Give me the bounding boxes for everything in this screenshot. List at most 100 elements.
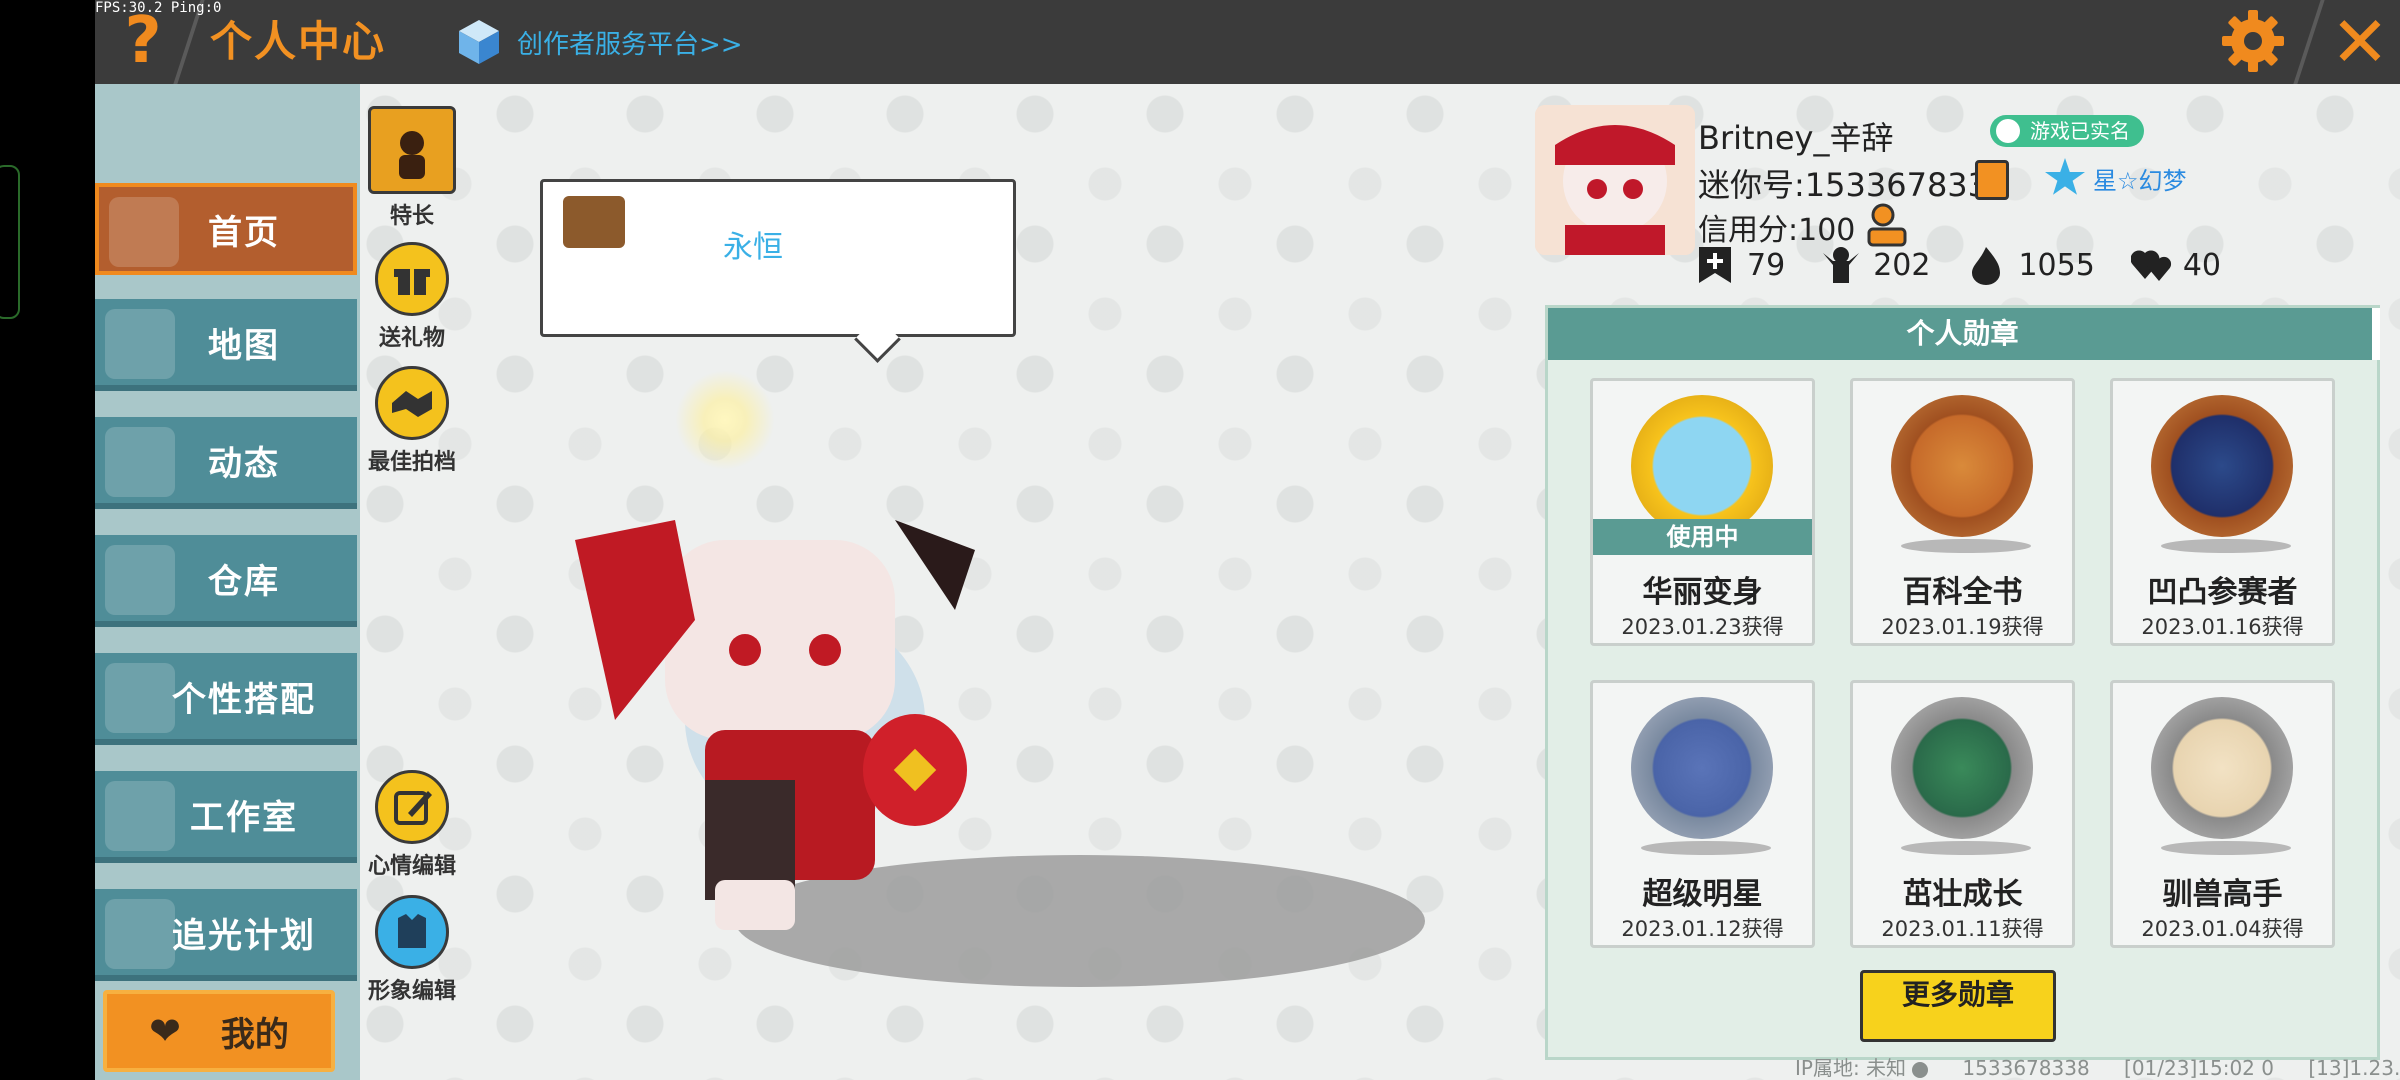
medal-image — [1631, 395, 1773, 537]
ip-location: IP属地: 未知 — [1795, 1056, 1929, 1080]
stat-fans: 202 — [1821, 245, 1930, 285]
nav-item-chase-light[interactable]: 追光计划 — [95, 889, 357, 981]
copy-icon[interactable] — [1975, 160, 2009, 200]
flame-icon — [368, 106, 456, 194]
avatar[interactable] — [1535, 105, 1695, 255]
nav-item-feed[interactable]: 动态 — [95, 417, 357, 509]
nav-item-warehouse[interactable]: 仓库 — [95, 535, 357, 627]
stat-heat-value: 1055 — [2018, 247, 2095, 283]
medal-name: 凹凸参赛者 — [2147, 575, 2298, 610]
info-icon[interactable] — [1912, 1061, 1929, 1078]
page-title: 个人中心 — [210, 17, 387, 66]
help-button[interactable]: ? — [113, 6, 173, 76]
nav-item-studio[interactable]: 工作室 — [95, 771, 357, 863]
nav-item-label: 首页 — [208, 212, 280, 253]
mini-id: 迷你号:1533678338 — [1698, 166, 2009, 204]
gift-button[interactable]: 送礼物 — [357, 242, 467, 352]
creator-platform-label: 创作者服务平台>> — [517, 29, 743, 60]
medal-image — [1631, 697, 1773, 839]
medal-image — [1891, 395, 2033, 537]
medal-date: 2023.01.12获得 — [1621, 917, 1784, 941]
sidebar: 首页 地图 动态 仓库 个性搭配 工作室 追光计划 ❤ 我的 — [95, 84, 360, 1080]
medal-image — [2151, 697, 2293, 839]
fans-icon — [1821, 245, 1861, 285]
medal-base — [2161, 841, 2291, 855]
stat-added-value: 79 — [1747, 247, 1786, 283]
medal-date: 2023.01.11获得 — [1881, 917, 2044, 941]
medal-date: 2023.01.04获得 — [2141, 917, 2304, 941]
medal-name: 华丽变身 — [1642, 575, 1763, 610]
stat-fans-value: 202 — [1873, 247, 1931, 283]
bell-icon — [105, 427, 175, 497]
bookmark-plus-icon — [1695, 245, 1735, 285]
medal-image — [1891, 697, 2033, 839]
best-partner-label: 最佳拍档 — [367, 450, 456, 475]
medal-date: 2023.01.19获得 — [1881, 615, 2044, 639]
more-medals-button[interactable]: 更多勋章 — [1860, 970, 2056, 1042]
rank-badge[interactable]: 星☆幻梦 — [2045, 158, 2187, 198]
star-icon — [2045, 158, 2085, 195]
mood-edit-label: 心情编辑 — [367, 854, 456, 879]
nav-item-label: 追光计划 — [172, 915, 316, 956]
stat-added: 79 — [1695, 245, 1785, 285]
medal-card[interactable]: 使用中 华丽变身 2023.01.23获得 — [1590, 378, 1815, 646]
rank-label: 星☆幻梦 — [2093, 166, 2187, 195]
medal-name: 超级明星 — [1642, 877, 1763, 912]
medal-base — [1641, 841, 1771, 855]
mine-button[interactable]: ❤ 我的 — [103, 990, 335, 1072]
handshake-icon — [375, 366, 449, 440]
settings-button[interactable] — [2220, 8, 2286, 74]
medal-base — [1901, 841, 2031, 855]
ip-location-text: IP属地: 未知 — [1795, 1056, 1907, 1080]
bubble-avatar — [563, 196, 625, 248]
footer-time: [01/23]15:02 0 — [2124, 1056, 2274, 1080]
best-partner-button[interactable]: 最佳拍档 — [357, 366, 467, 476]
specialty-button[interactable]: 特长 — [357, 106, 467, 230]
phone-edge-indicator — [0, 165, 20, 319]
medal-card[interactable]: 茁壮成长 2023.01.11获得 — [1850, 680, 2075, 948]
medal-image — [2151, 395, 2293, 537]
nav-item-home[interactable]: 首页 — [95, 183, 357, 275]
specialty-label: 特长 — [389, 204, 434, 229]
edit-icon — [375, 770, 449, 844]
realname-badge: 游戏已实名 — [1990, 115, 2144, 147]
sparkle — [675, 370, 775, 470]
nav-item-label: 仓库 — [208, 561, 280, 602]
nav-item-label: 地图 — [208, 325, 280, 366]
heart-icon: ❤ — [149, 1009, 181, 1053]
mood-edit-button[interactable]: 心情编辑 — [357, 770, 467, 880]
medal-panel: 个人勋章 使用中 华丽变身 2023.01.23获得 百科全书 2023.01.… — [1545, 305, 2380, 1060]
footer-version: [13]1.23.0 — [2308, 1056, 2400, 1080]
medal-card[interactable]: 凹凸参赛者 2023.01.16获得 — [2110, 378, 2335, 646]
medal-card[interactable]: 百科全书 2023.01.19获得 — [1850, 378, 2075, 646]
image-edit-button[interactable]: 形象编辑 — [357, 895, 467, 1005]
medal-name: 百科全书 — [1902, 575, 2023, 610]
medal-card[interactable]: 超级明星 2023.01.12获得 — [1590, 680, 1815, 948]
stat-likes-value: 40 — [2182, 247, 2221, 283]
credit-person-icon[interactable] — [1865, 203, 1907, 247]
top-bar: ? 个人中心 创作者服务平台>> ✕ — [95, 0, 2400, 84]
mood-bubble[interactable]: 永恒 — [540, 179, 1016, 337]
house-icon — [105, 545, 175, 615]
in-use-badge: 使用中 — [1593, 519, 1812, 555]
medal-card[interactable]: 驯兽高手 2023.01.04获得 — [2110, 680, 2335, 948]
player-character[interactable] — [555, 480, 1075, 950]
username: Britney_辛辞 — [1698, 119, 1894, 157]
divider — [2293, 0, 2325, 84]
hearts-icon — [2130, 245, 2171, 285]
fps-readout: FPS:30.2 Ping:0 — [95, 0, 222, 16]
nav-item-label: 个性搭配 — [172, 679, 316, 720]
medal-base — [1901, 539, 2031, 553]
footer-id: 1533678338 — [1962, 1056, 2090, 1080]
medal-panel-title: 个人勋章 — [1548, 308, 2380, 360]
close-button[interactable]: ✕ — [2325, 6, 2395, 78]
gear-icon — [2222, 10, 2284, 72]
costume-icon — [375, 895, 449, 969]
nav-item-map[interactable]: 地图 — [95, 299, 357, 391]
mine-label: 我的 — [220, 1014, 289, 1055]
stat-heat: 1055 — [1966, 245, 2095, 285]
gift-label: 送礼物 — [378, 326, 445, 351]
medal-name: 驯兽高手 — [2162, 877, 2283, 912]
creator-platform-link[interactable]: 创作者服务平台>> — [455, 14, 743, 70]
nav-item-outfit[interactable]: 个性搭配 — [95, 653, 357, 745]
